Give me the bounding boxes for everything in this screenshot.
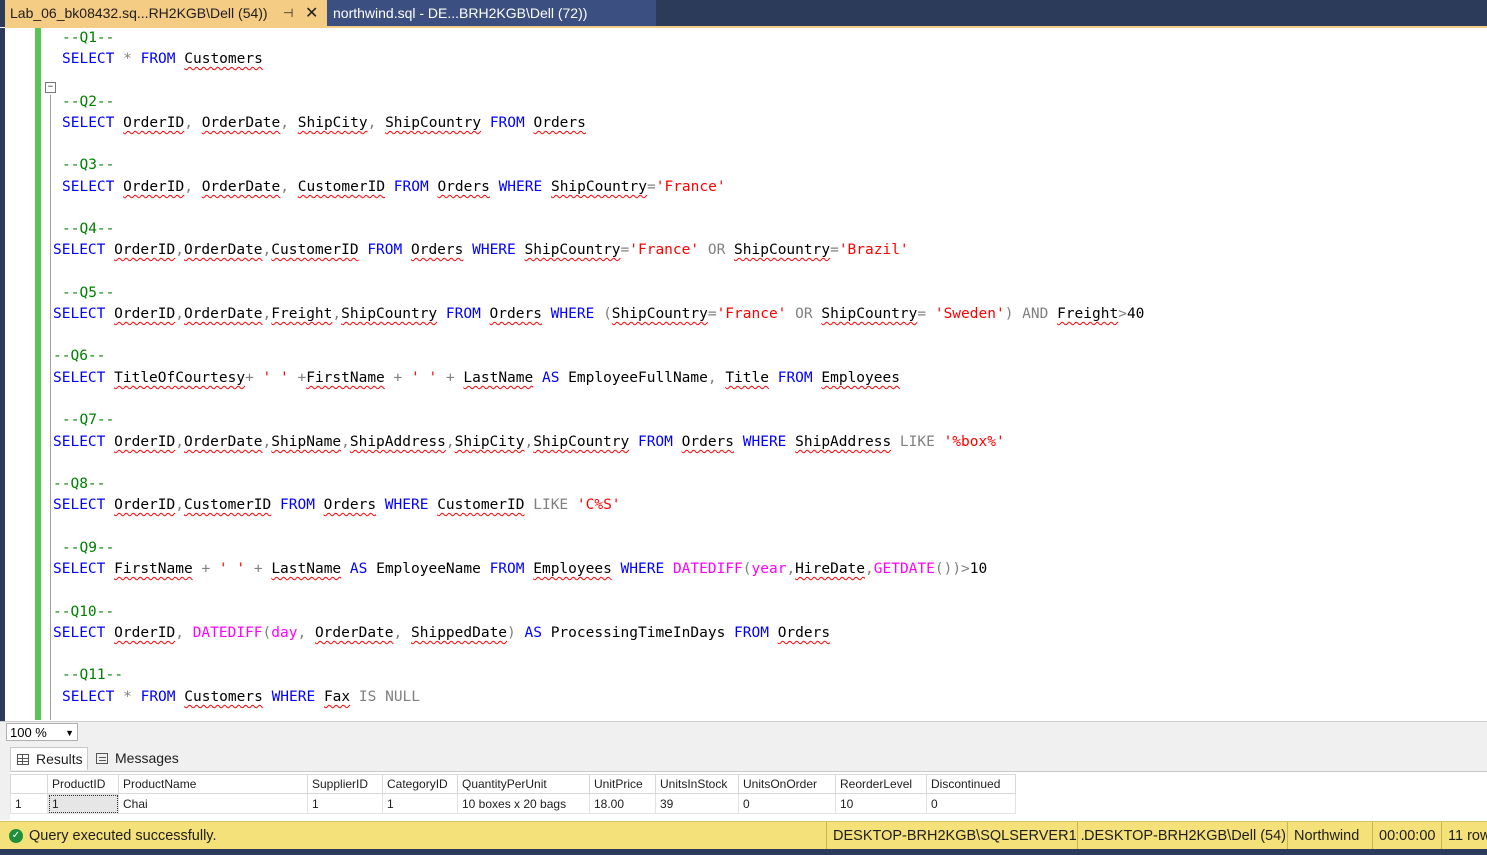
- collapse-region-icon[interactable]: −: [45, 82, 56, 93]
- code-line-q5: SELECT OrderID,OrderDate,Freight,ShipCou…: [53, 306, 1145, 322]
- table-cell[interactable]: 10: [835, 793, 927, 814]
- status-bar: ✓ Query executed successfully. DESKTOP-B…: [0, 821, 1487, 850]
- column-header[interactable]: ProductID: [47, 774, 119, 794]
- table-cell[interactable]: 1: [47, 793, 119, 814]
- code-line-q7-comment: --Q7--: [62, 412, 115, 428]
- code-line-q3: SELECT OrderID, OrderDate, CustomerID FR…: [62, 179, 726, 195]
- tab-lab06-query[interactable]: Lab_06_bk08432.sq...RH2KGB\Dell (54)) ⊣ …: [5, 0, 327, 27]
- column-header[interactable]: CategoryID: [382, 774, 458, 794]
- code-line-q1: SELECT * FROM Customers: [62, 51, 263, 67]
- results-pane: Results Messages ProductID ProductName S…: [0, 743, 1487, 820]
- column-header[interactable]: ReorderLevel: [835, 774, 927, 794]
- zoom-bar: 100 % ▼: [0, 721, 1487, 744]
- outline-guide: [50, 95, 51, 720]
- column-header[interactable]: SupplierID: [307, 774, 383, 794]
- code-line-q9: SELECT FirstName + ' ' + LastName AS Emp…: [53, 561, 988, 577]
- column-header[interactable]: UnitPrice: [589, 774, 656, 794]
- zoom-value: 100 %: [10, 725, 47, 740]
- results-grid[interactable]: ProductID ProductName SupplierID Categor…: [10, 771, 1487, 820]
- code-line-q1-comment: --Q1--: [62, 30, 115, 46]
- close-icon[interactable]: ✕: [305, 0, 318, 27]
- table-cell[interactable]: 10 boxes x 20 bags: [457, 793, 590, 814]
- row-header-corner: [10, 774, 48, 794]
- status-database: Northwind: [1287, 822, 1359, 850]
- check-circle-icon: ✓: [9, 829, 23, 843]
- table-cell[interactable]: 1: [382, 793, 458, 814]
- code-line-q4-comment: --Q4--: [62, 221, 115, 237]
- code-line-q5-comment: --Q5--: [62, 285, 115, 301]
- row-number[interactable]: 1: [10, 793, 48, 814]
- query-editor[interactable]: − --Q1-- SELECT * FROM Customers --Q2-- …: [5, 28, 1487, 720]
- pin-icon[interactable]: ⊣: [283, 0, 293, 27]
- grid-icon: [17, 754, 29, 765]
- table-cell[interactable]: 18.00: [589, 793, 656, 814]
- status-server: DESKTOP-BRH2KGB\SQLSERVER1 ...: [826, 822, 1093, 850]
- code-line-q11: SELECT * FROM Customers WHERE Fax IS NUL…: [62, 689, 421, 705]
- table-cell[interactable]: Chai: [118, 793, 308, 814]
- code-line-q6: SELECT TitleOfCourtesy+ ' ' +FirstName +…: [53, 370, 900, 386]
- zoom-dropdown[interactable]: 100 % ▼: [6, 723, 78, 741]
- messages-icon: [96, 753, 108, 764]
- document-tab-bar: Lab_06_bk08432.sq...RH2KGB\Dell (54)) ⊣ …: [0, 0, 1487, 27]
- code-line-q10-comment: --Q10--: [53, 604, 115, 620]
- code-line-q11-comment: --Q11--: [62, 667, 124, 683]
- status-elapsed: 00:00:00: [1372, 822, 1435, 850]
- code-line-q8-comment: --Q8--: [53, 476, 106, 492]
- chevron-down-icon: ▼: [65, 728, 74, 738]
- tab-northwind-sql[interactable]: northwind.sql - DE...BRH2KGB\Dell (72)): [327, 0, 656, 27]
- code-line-q7: SELECT OrderID,OrderDate,ShipName,ShipAd…: [53, 434, 1005, 450]
- results-table: ProductID ProductName SupplierID Categor…: [10, 774, 1016, 814]
- column-header[interactable]: UnitsInStock: [655, 774, 739, 794]
- table-cell[interactable]: 1: [307, 793, 383, 814]
- table-cell[interactable]: 39: [655, 793, 739, 814]
- tab-results[interactable]: Results: [10, 747, 88, 770]
- window-bottom-frame: [0, 849, 1487, 855]
- code-line-q2-comment: --Q2--: [62, 94, 115, 110]
- code-line-q4: SELECT OrderID,OrderDate,CustomerID FROM…: [53, 242, 909, 258]
- column-header[interactable]: Discontinued: [926, 774, 1016, 794]
- column-header[interactable]: ProductName: [118, 774, 308, 794]
- code-line-q10: SELECT OrderID, DATEDIFF(day, OrderDate,…: [53, 625, 831, 641]
- code-line-q8: SELECT OrderID,CustomerID FROM Orders WH…: [53, 497, 621, 513]
- tab-lab06-label: Lab_06_bk08432.sq...RH2KGB\Dell (54)): [10, 5, 268, 21]
- table-row[interactable]: 1 1 Chai 1 1 10 boxes x 20 bags 18.00 39…: [10, 793, 1016, 814]
- tab-messages[interactable]: Messages: [90, 747, 184, 770]
- column-header[interactable]: UnitsOnOrder: [738, 774, 836, 794]
- tab-results-label: Results: [36, 751, 83, 767]
- table-header-row: ProductID ProductName SupplierID Categor…: [10, 774, 1016, 794]
- tab-messages-label: Messages: [115, 750, 179, 766]
- status-rows: 11 rows: [1441, 822, 1487, 850]
- tab-northwind-label: northwind.sql - DE...BRH2KGB\Dell (72)): [333, 5, 588, 21]
- code-line-q2: SELECT OrderID, OrderDate, ShipCity, Shi…: [62, 115, 586, 131]
- code-line-q9-comment: --Q9--: [62, 540, 115, 556]
- change-tracking-bar: [35, 28, 41, 720]
- column-header[interactable]: QuantityPerUnit: [457, 774, 590, 794]
- table-cell[interactable]: 0: [926, 793, 1016, 814]
- table-cell[interactable]: 0: [738, 793, 836, 814]
- status-user: DESKTOP-BRH2KGB\Dell (54): [1077, 822, 1286, 850]
- code-line-q6-comment: --Q6--: [53, 348, 106, 364]
- code-line-q3-comment: --Q3--: [62, 157, 115, 173]
- status-message: Query executed successfully.: [29, 828, 217, 844]
